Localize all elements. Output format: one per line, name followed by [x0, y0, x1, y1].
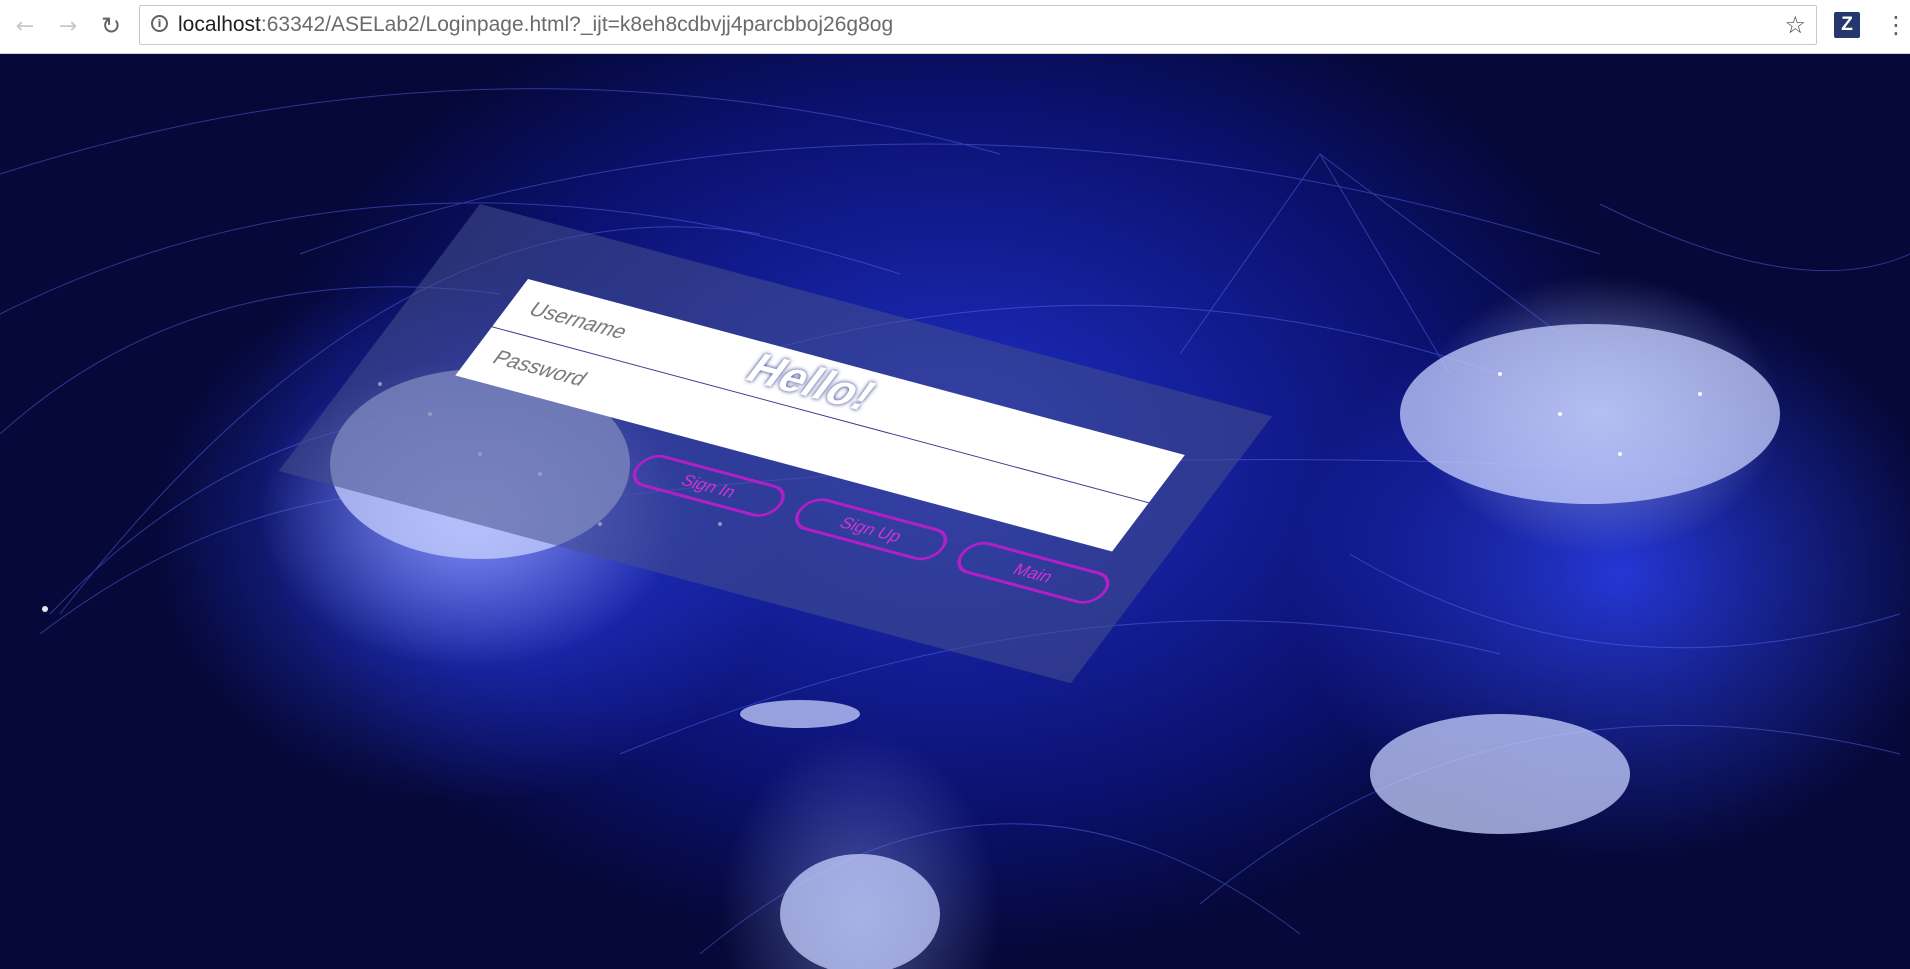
page-viewport: Hello! Sign In Sign Up Main: [0, 54, 1910, 969]
address-bar[interactable]: i localhost:63342/ASELab2/Loginpage.html…: [139, 5, 1817, 45]
sign-up-button[interactable]: Sign Up: [786, 494, 956, 565]
north-africa-lights: [1370, 714, 1630, 834]
kebab-menu-icon[interactable]: ⋮: [1884, 9, 1908, 41]
back-icon[interactable]: ←: [10, 11, 40, 41]
url-text[interactable]: localhost:63342/ASELab2/Loginpage.html?_…: [178, 6, 893, 44]
url-path: :63342/ASELab2/Loginpage.html?_ijt=k8eh8…: [260, 13, 894, 36]
main-button[interactable]: Main: [949, 537, 1118, 608]
caribbean-lights: [740, 700, 860, 728]
europe-lights: [1400, 324, 1780, 504]
url-host: localhost: [178, 13, 261, 36]
sign-in-button[interactable]: Sign In: [624, 450, 793, 521]
star-icon[interactable]: ☆: [1784, 11, 1806, 39]
info-icon[interactable]: i: [151, 15, 168, 32]
south-america-lights: [780, 854, 940, 969]
extension-icon[interactable]: Z: [1834, 12, 1860, 38]
browser-toolbar: ← → ↻ i localhost:63342/ASELab2/Loginpag…: [0, 0, 1910, 54]
forward-icon[interactable]: →: [53, 11, 83, 41]
reload-icon[interactable]: ↻: [96, 11, 126, 41]
